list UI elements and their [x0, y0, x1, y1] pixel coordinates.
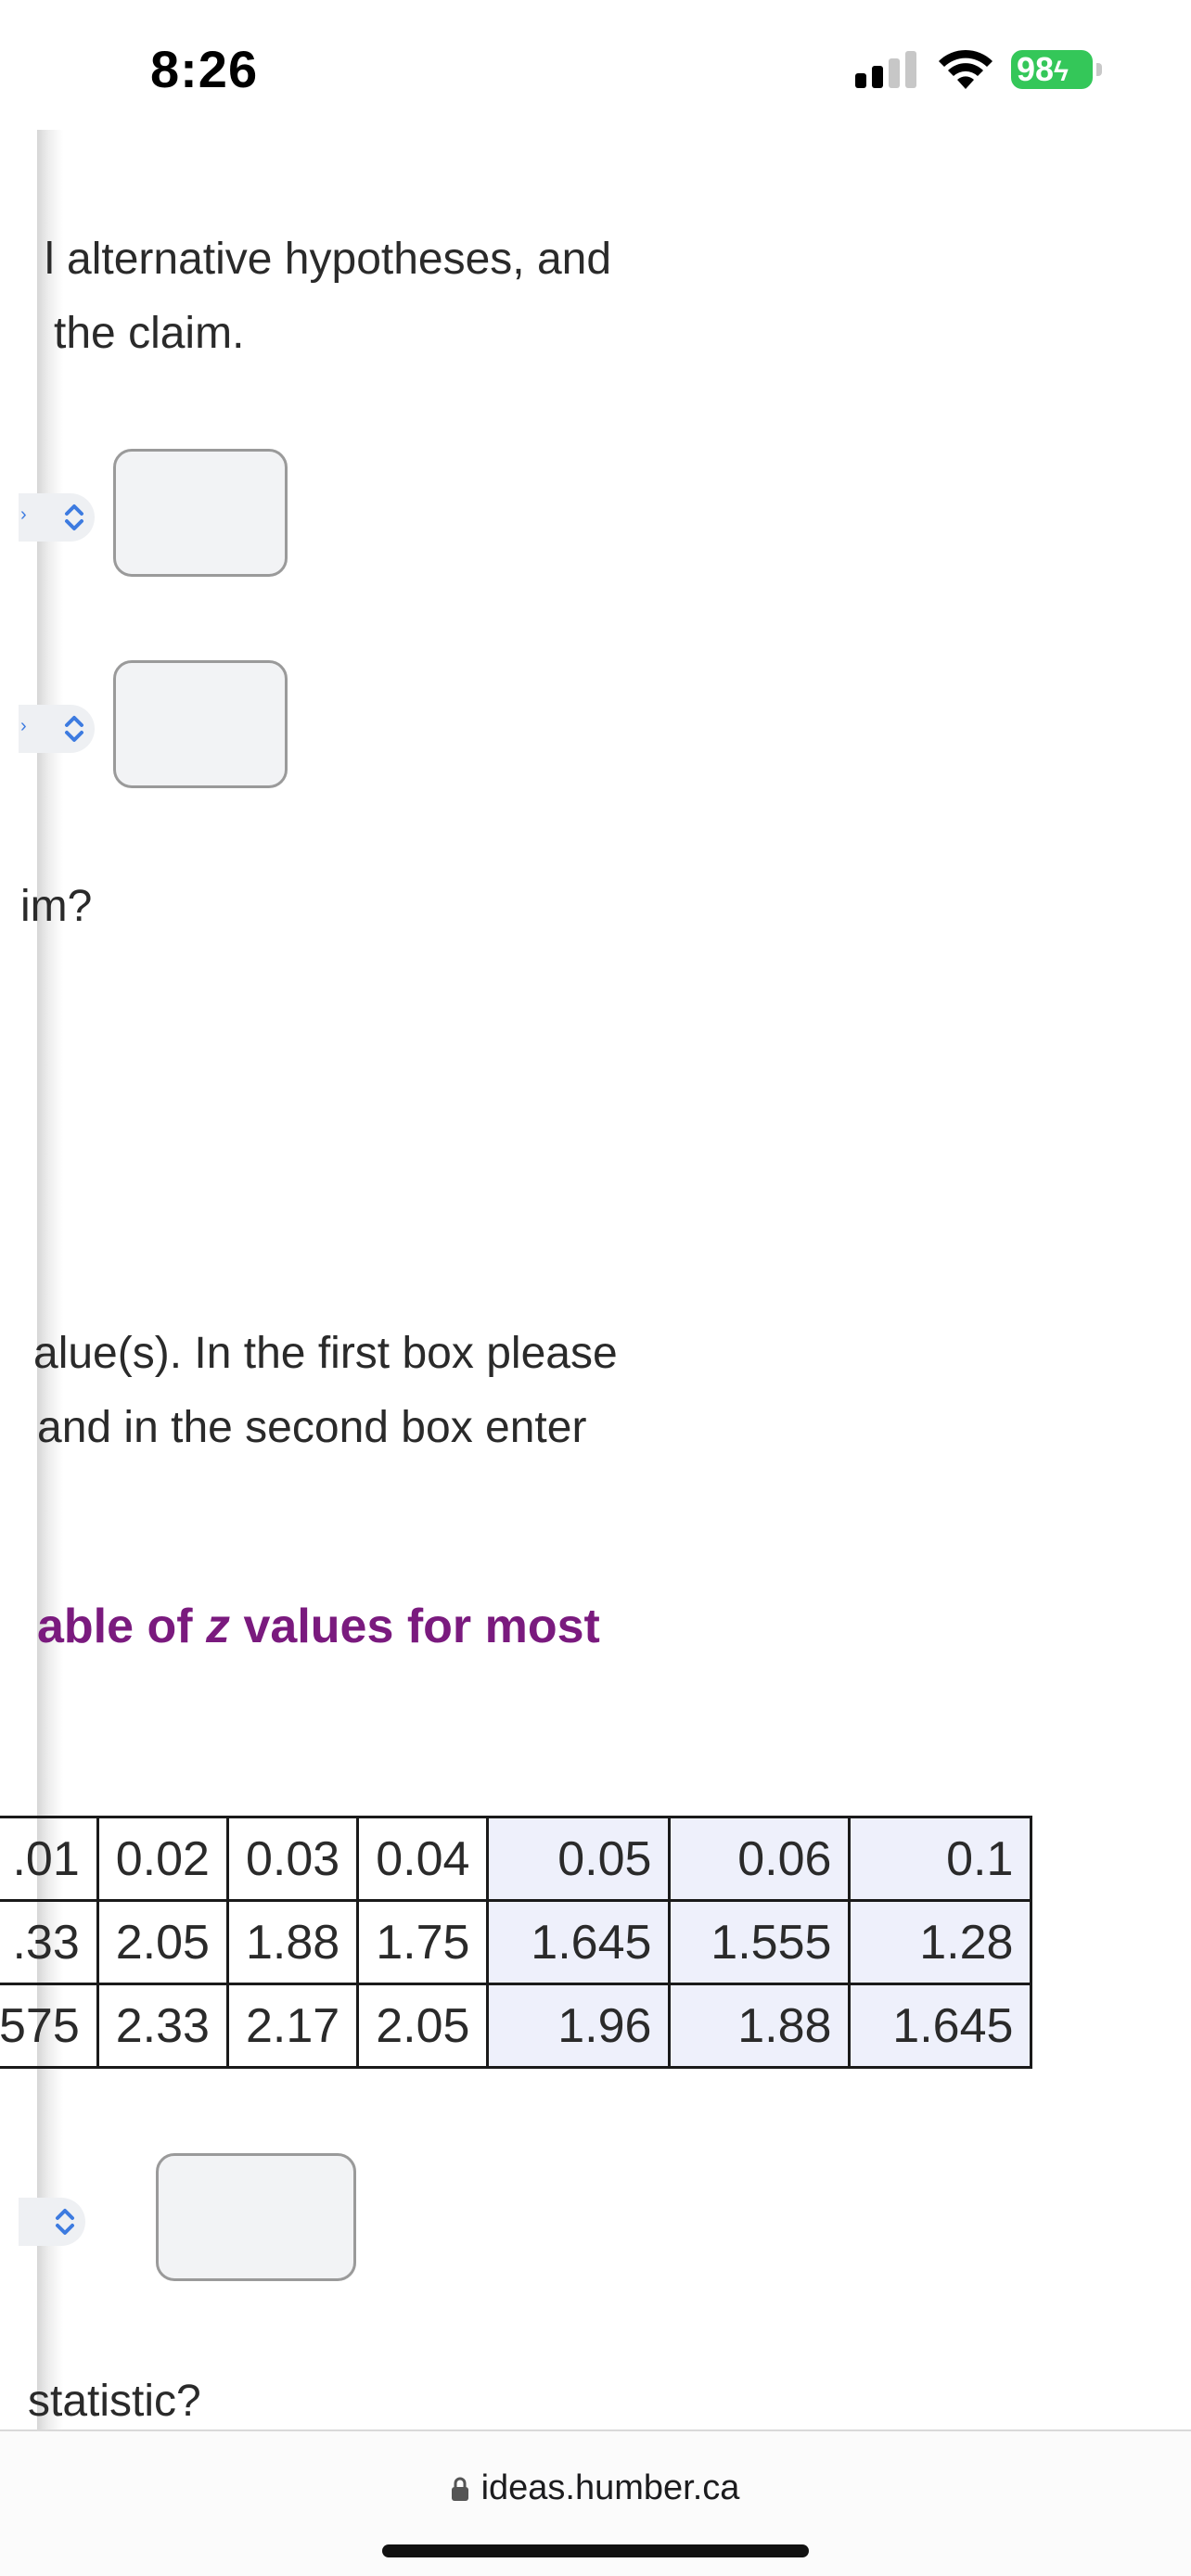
table-cell: 1.645	[486, 1899, 672, 1985]
table-cell: 0.03	[225, 1816, 360, 1902]
question-text-line: alue(s). In the first box please	[33, 1329, 618, 1378]
table-cell: 0.1	[848, 1816, 1033, 1902]
browser-address-bar[interactable]: ideas.humber.ca	[0, 2429, 1191, 2576]
table-cell: 1.75	[356, 1899, 490, 1985]
status-bar: 8:26 98ϟ	[0, 0, 1191, 139]
chevron-up-down-icon	[65, 504, 83, 530]
z-table-heading: able of z values for most	[37, 1599, 600, 1654]
battery-nub	[1096, 63, 1102, 76]
table-cell: .01	[0, 1816, 99, 1902]
question-text-line: l alternative hypotheses, and	[45, 235, 612, 284]
home-indicator[interactable]	[382, 2544, 809, 2557]
table-row: .01 0.02 0.03 0.04 0.05 0.06 0.1	[0, 1816, 1033, 1902]
table-cell: 575	[0, 1983, 99, 2069]
hypothesis-value-input-1[interactable]	[113, 449, 288, 577]
critical-value-select[interactable]	[19, 2198, 85, 2246]
table-cell: .33	[0, 1899, 99, 1985]
web-page: l alternative hypotheses, and the claim.…	[0, 130, 1191, 2429]
table-cell: 0.04	[356, 1816, 490, 1902]
question-text-line: and in the second box enter	[37, 1403, 587, 1452]
z-table-heading-part1: able of	[37, 1600, 207, 1653]
table-cell: 1.88	[225, 1899, 360, 1985]
table-cell: 1.88	[668, 1983, 852, 2069]
battery-level: 98	[1017, 50, 1055, 88]
table-cell: 1.96	[486, 1983, 672, 2069]
status-time: 8:26	[150, 40, 259, 98]
table-row: .33 2.05 1.88 1.75 1.645 1.555 1.28	[0, 1899, 1033, 1985]
critical-value-input[interactable]	[156, 2153, 356, 2281]
z-symbol: z	[206, 1600, 231, 1653]
hypothesis-value-input-2[interactable]	[113, 660, 288, 788]
table-cell: 0.05	[486, 1816, 672, 1902]
wifi-icon	[939, 49, 992, 89]
lock-icon	[451, 2477, 468, 2501]
charging-bolt-icon: ϟ	[1054, 57, 1069, 87]
table-cell: 2.33	[96, 1983, 229, 2069]
z-values-table: .01 0.02 0.03 0.04 0.05 0.06 0.1 .33 2.0…	[0, 1816, 1033, 2069]
chevron-up-down-icon	[65, 716, 83, 742]
select-arrow-fragment: ›	[20, 504, 27, 525]
hypothesis-select-1[interactable]: ›	[19, 493, 95, 542]
table-row: 575 2.33 2.17 2.05 1.96 1.88 1.645	[0, 1983, 1033, 2069]
z-table-heading-part2: values for most	[230, 1600, 600, 1653]
table-cell: 1.28	[848, 1899, 1033, 1985]
table-cell: 1.645	[848, 1983, 1033, 2069]
hypothesis-select-2[interactable]: ›	[19, 705, 95, 753]
page-shadow-edge	[37, 130, 63, 2429]
url-display[interactable]: ideas.humber.ca	[0, 2468, 1191, 2508]
table-cell: 2.05	[356, 1983, 490, 2069]
battery-indicator: 98ϟ	[1011, 50, 1093, 89]
cellular-signal-icon	[855, 51, 916, 88]
url-domain: ideas.humber.ca	[480, 2468, 740, 2507]
question-text-line: im?	[20, 882, 93, 931]
table-cell: 1.555	[668, 1899, 852, 1985]
question-text-line: the claim.	[54, 309, 245, 358]
select-arrow-fragment: ›	[20, 716, 27, 736]
question-text-line: statistic?	[28, 2377, 201, 2426]
table-cell: 0.02	[96, 1816, 229, 1902]
chevron-up-down-icon	[56, 2209, 74, 2235]
table-cell: 2.17	[225, 1983, 360, 2069]
table-cell: 2.05	[96, 1899, 229, 1985]
table-cell: 0.06	[668, 1816, 852, 1902]
